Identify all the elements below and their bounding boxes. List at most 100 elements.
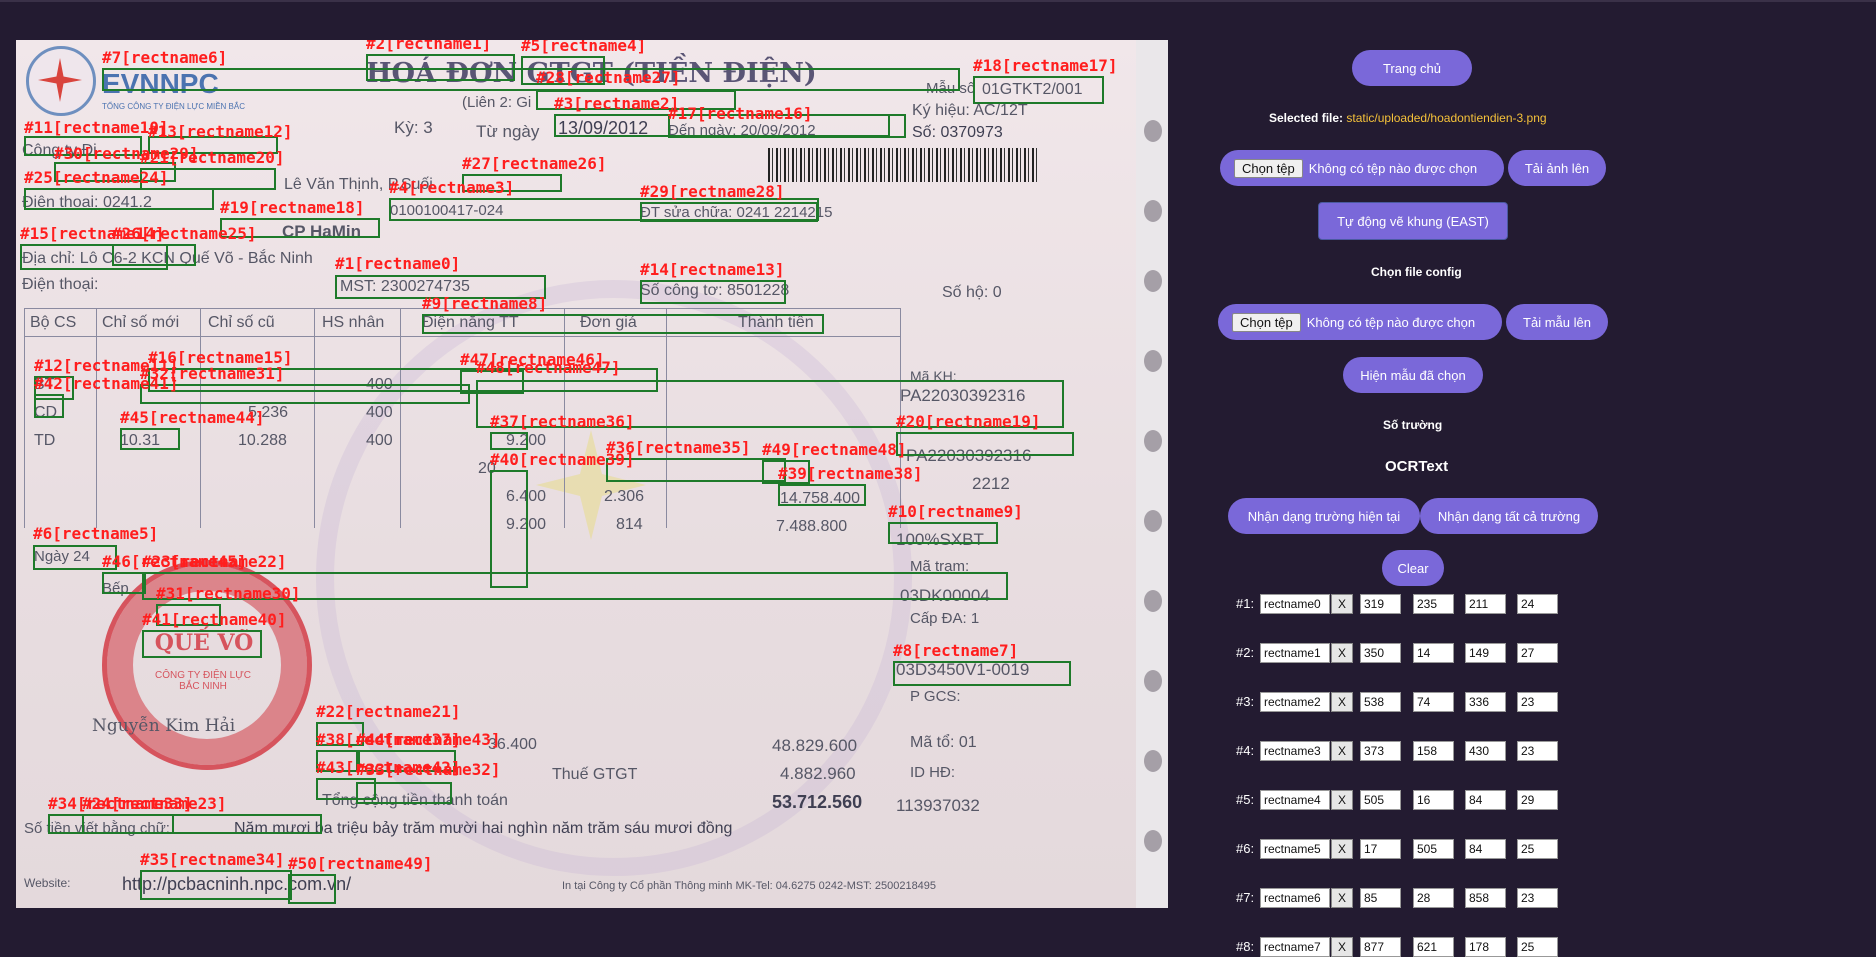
annotation-box[interactable] (120, 428, 180, 450)
field-height-input[interactable]: 29 (1517, 790, 1558, 810)
field-width-input[interactable]: 84 (1465, 790, 1506, 810)
field-y-input[interactable]: 16 (1413, 790, 1454, 810)
annotation-box[interactable] (142, 630, 262, 658)
field-width-input[interactable]: 858 (1465, 888, 1506, 908)
field-delete-button[interactable]: X (1331, 790, 1353, 810)
annotation-label: #44[rectname43] (356, 730, 501, 749)
field-height-input[interactable]: 25 (1517, 937, 1558, 957)
field-delete-button[interactable]: X (1331, 839, 1353, 859)
table-cell: 7.488.800 (776, 518, 848, 535)
annotation-label: #10[rectname9] (888, 502, 1023, 521)
annotation-box[interactable] (778, 484, 866, 506)
annotation-label: #14[rectname13] (640, 260, 785, 279)
field-height-input[interactable]: 25 (1517, 839, 1558, 859)
annotation-box[interactable] (288, 874, 336, 904)
field-width-input[interactable]: 149 (1465, 643, 1506, 663)
annotation-box[interactable] (24, 188, 214, 210)
field-y-input[interactable]: 28 (1413, 888, 1454, 908)
recognize-current-button[interactable]: Nhận dạng trường hiện tại (1228, 498, 1420, 534)
field-x-input[interactable]: 373 (1360, 741, 1401, 761)
invoice-canvas[interactable]: EVNNPC TỔNG CÔNG TY ĐIỆN LỰC MIỀN BẮC HO… (16, 40, 1168, 908)
field-name-input[interactable]: rectname6 (1260, 888, 1330, 908)
annotation-box[interactable] (490, 470, 528, 588)
table-cell: 400 (366, 404, 393, 421)
config-file-input[interactable]: Chọn tệp Không có tệp nào được chọn (1218, 304, 1502, 340)
field-name-input[interactable]: rectname0 (1260, 594, 1330, 614)
annotation-box[interactable] (640, 280, 786, 304)
field-y-input[interactable]: 621 (1413, 937, 1454, 957)
image-file-input[interactable]: Chọn tệp Không có tệp nào được chọn (1220, 150, 1504, 186)
annotation-box[interactable] (34, 394, 64, 418)
field-name-input[interactable]: rectname3 (1260, 741, 1330, 761)
field-delete-button[interactable]: X (1331, 692, 1353, 712)
field-x-input[interactable]: 319 (1360, 594, 1401, 614)
annotation-box[interactable] (640, 202, 818, 222)
field-width-input[interactable]: 336 (1465, 692, 1506, 712)
annotation-box[interactable] (888, 522, 998, 544)
field-name-input[interactable]: rectname7 (1260, 937, 1330, 957)
annotation-label: #35[rectname34] (140, 850, 285, 869)
config-file-button[interactable]: Chọn tệp (1232, 312, 1301, 332)
field-y-input[interactable]: 74 (1413, 692, 1454, 712)
annotation-box[interactable] (356, 782, 452, 804)
clear-button[interactable]: Clear (1382, 550, 1444, 586)
field-x-input[interactable]: 17 (1360, 839, 1401, 859)
field-name-input[interactable]: rectname4 (1260, 790, 1330, 810)
field-height-input[interactable]: 23 (1517, 692, 1558, 712)
field-y-input[interactable]: 235 (1413, 594, 1454, 614)
field-delete-button[interactable]: X (1331, 594, 1353, 614)
annotation-label: #50[rectname49] (288, 854, 433, 873)
field-y-input[interactable]: 14 (1413, 643, 1454, 663)
field-height-input[interactable]: 24 (1517, 594, 1558, 614)
home-button[interactable]: Trang chủ (1352, 50, 1472, 86)
annotation-box[interactable] (82, 814, 322, 834)
auto-draw-east-button[interactable]: Tự động vẽ khung (EAST) (1318, 202, 1508, 240)
field-delete-button[interactable]: X (1331, 888, 1353, 908)
table-header-chi-so-cu: Chỉ số cũ (208, 314, 275, 331)
annotation-box[interactable] (973, 76, 1104, 104)
table-cell: TD (34, 432, 56, 449)
field-height-input[interactable]: 23 (1517, 741, 1558, 761)
annotation-label: #9[rectname8] (422, 294, 548, 313)
show-template-button[interactable]: Hiện mẫu đã chọn (1343, 357, 1483, 393)
field-delete-button[interactable]: X (1331, 741, 1353, 761)
annotation-box[interactable] (893, 661, 1071, 686)
table-cell: 10.288 (238, 432, 287, 449)
recognize-all-button[interactable]: Nhận dạng tất cả trường (1420, 498, 1598, 534)
field-name-input[interactable]: rectname5 (1260, 839, 1330, 859)
field-width-input[interactable]: 84 (1465, 839, 1506, 859)
field-width-input[interactable]: 430 (1465, 741, 1506, 761)
invoice-company: TỔNG CÔNG TY ĐIỆN LỰC MIỀN BẮC (102, 102, 245, 111)
field-y-input[interactable]: 158 (1413, 741, 1454, 761)
upload-config-button[interactable]: Tải mẫu lên (1506, 304, 1608, 340)
annotation-label: #41[rectname40] (142, 610, 287, 629)
field-x-input[interactable]: 538 (1360, 692, 1401, 712)
field-y-input[interactable]: 505 (1413, 839, 1454, 859)
image-file-button[interactable]: Chọn tệp (1234, 158, 1303, 178)
annotation-box[interactable] (140, 384, 470, 404)
selected-file-path: static/uploaded/hoadontiendien-3.png (1346, 111, 1547, 125)
field-width-input[interactable]: 178 (1465, 937, 1506, 957)
annotation-box[interactable] (422, 314, 824, 334)
upload-image-button[interactable]: Tải ảnh lên (1508, 150, 1606, 186)
annotation-box[interactable] (112, 244, 196, 266)
field-x-input[interactable]: 85 (1360, 888, 1401, 908)
field-name-input[interactable]: rectname1 (1260, 643, 1330, 663)
annotation-box[interactable] (102, 572, 146, 594)
annotation-box[interactable] (366, 54, 515, 81)
annotation-box[interactable] (490, 432, 528, 450)
annotation-label: #18[rectname17] (973, 56, 1118, 75)
table-header-hs-nhan: HS nhân (322, 314, 385, 331)
field-x-input[interactable]: 877 (1360, 937, 1401, 957)
annotation-label: #7[rectname6] (102, 48, 228, 67)
field-delete-button[interactable]: X (1331, 643, 1353, 663)
annotation-box[interactable] (140, 870, 292, 900)
field-height-input[interactable]: 23 (1517, 888, 1558, 908)
field-height-input[interactable]: 27 (1517, 643, 1558, 663)
field-width-input[interactable]: 211 (1465, 594, 1506, 614)
field-x-input[interactable]: 505 (1360, 790, 1401, 810)
field-x-input[interactable]: 350 (1360, 643, 1401, 663)
field-name-input[interactable]: rectname2 (1260, 692, 1330, 712)
field-delete-button[interactable]: X (1331, 937, 1353, 957)
annotation-box[interactable] (896, 432, 1074, 456)
